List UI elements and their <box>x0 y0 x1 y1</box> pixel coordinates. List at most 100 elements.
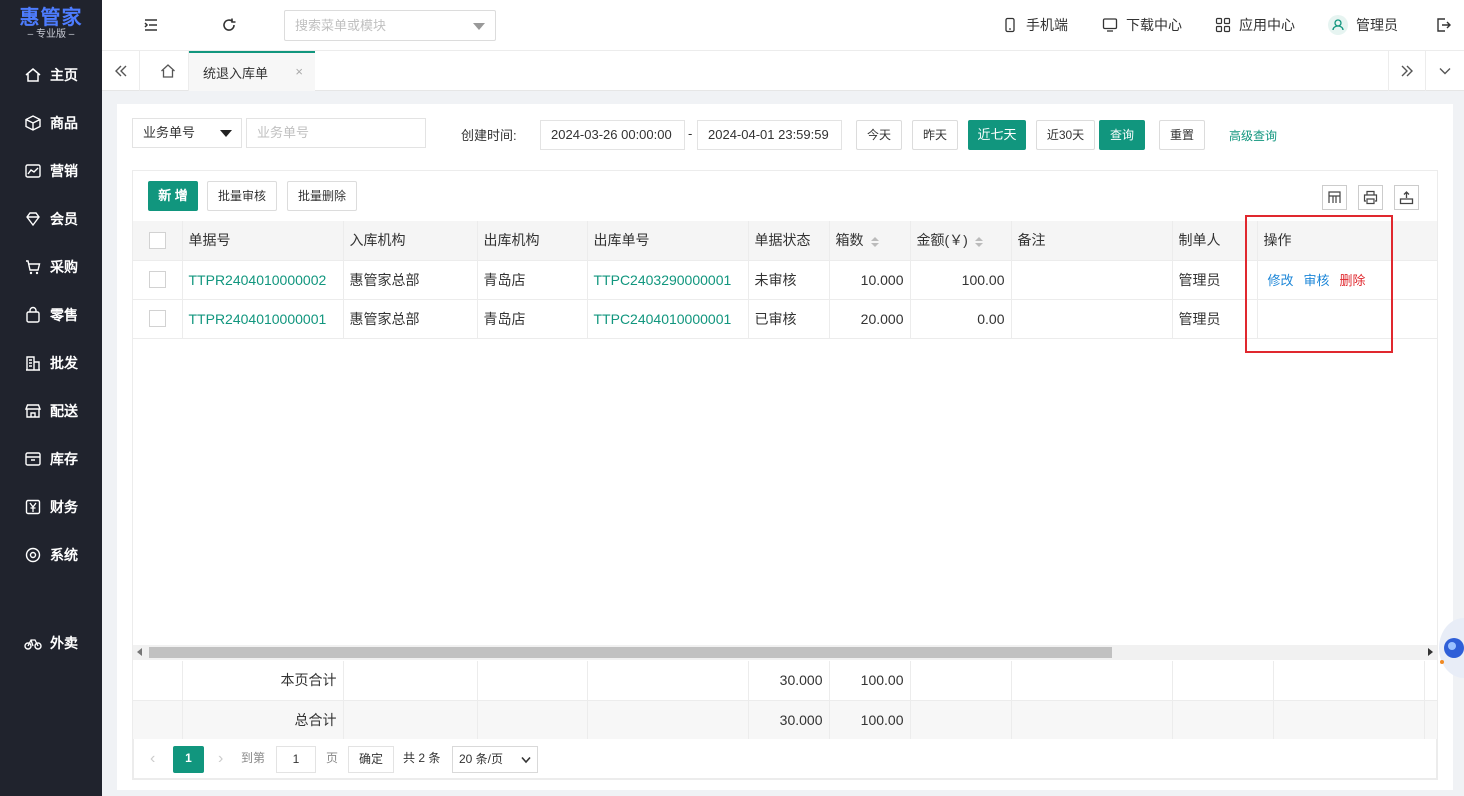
phone-icon <box>1005 17 1015 33</box>
sidebar-item-system[interactable]: 系统 <box>0 540 102 570</box>
refresh-button[interactable] <box>218 14 240 36</box>
tabs-scroll-left-button[interactable] <box>102 51 140 91</box>
grand-total-boxes: 30.000 <box>748 700 830 740</box>
tabs-scroll-right-button[interactable] <box>1388 51 1426 91</box>
column-header: 单据号 <box>182 221 344 261</box>
column-header: 入库机构 <box>343 221 478 261</box>
remark-cell <box>1011 260 1173 300</box>
download-center-link[interactable]: 下载中心 <box>1102 15 1182 35</box>
audit-link[interactable]: 审核 <box>1304 273 1330 288</box>
add-button[interactable]: 新 增 <box>148 181 198 211</box>
sidebar-item-goods[interactable]: 商品 <box>0 108 102 138</box>
page-size-select[interactable]: 20 条/页 <box>452 746 538 773</box>
sidebar-item-takeout[interactable]: 外卖 <box>0 628 102 658</box>
tabs-menu-button[interactable] <box>1426 51 1464 91</box>
doc-no-link[interactable]: TTPR2404010000001 <box>182 299 344 339</box>
sidebar-item-retail[interactable]: 零售 <box>0 300 102 330</box>
sidebar-item-label: 财务 <box>50 499 78 515</box>
row-select-cell[interactable] <box>133 299 183 339</box>
edit-link[interactable]: 修改 <box>1268 273 1294 288</box>
row-select-cell[interactable] <box>133 260 183 300</box>
menu-collapse-button[interactable] <box>140 14 162 36</box>
goto-label: 到第 <box>241 751 266 765</box>
column-header-amount[interactable]: 金额(￥) <box>910 221 1012 261</box>
sidebar-item-purchase[interactable]: 采购 <box>0 252 102 282</box>
sidebar-item-delivery[interactable]: 配送 <box>0 396 102 426</box>
next-page-icon[interactable]: › <box>218 746 223 773</box>
scroll-right-arrow-icon[interactable] <box>1428 648 1433 656</box>
sidebar-item-wholesale[interactable]: 批发 <box>0 348 102 378</box>
print-icon <box>1363 190 1378 205</box>
sidebar-item-marketing[interactable]: 营销 <box>0 156 102 186</box>
print-button[interactable] <box>1358 185 1383 210</box>
app-center-link[interactable]: 应用中心 <box>1215 15 1295 35</box>
export-button[interactable] <box>1394 185 1419 210</box>
mobile-link[interactable]: 手机端 <box>1002 15 1068 35</box>
sidebar-item-inventory[interactable]: 库存 <box>0 444 102 474</box>
chevron-down-icon <box>473 23 485 30</box>
top-bar: 搜索菜单或模块 手机端 下载中心 应用中心 管理员 <box>102 0 1464 51</box>
scrollbar-thumb[interactable] <box>149 647 1112 658</box>
sidebar-item-member[interactable]: 会员 <box>0 204 102 234</box>
logo-subtitle: – 专业版 – <box>27 29 75 40</box>
tab-home[interactable] <box>147 51 189 91</box>
row-checkbox[interactable] <box>148 310 166 328</box>
user-menu[interactable]: 管理员 <box>1328 15 1398 35</box>
horizontal-scrollbar[interactable] <box>133 645 1437 660</box>
column-header-boxes[interactable]: 箱数 <box>829 221 911 261</box>
scroll-left-arrow-icon[interactable] <box>137 648 142 656</box>
tab-return-inbound[interactable]: 统退入库单 × <box>189 51 315 91</box>
goto-confirm-button[interactable]: 确定 <box>348 746 394 773</box>
last-30-days-button[interactable]: 近30天 <box>1036 120 1095 150</box>
batch-audit-button[interactable]: 批量审核 <box>207 181 277 211</box>
row-checkbox[interactable] <box>148 271 166 289</box>
logout-button[interactable] <box>1432 14 1454 36</box>
sidebar-item-label: 配送 <box>50 403 78 419</box>
order-no-input[interactable]: 业务单号 <box>246 118 426 148</box>
goto-page-input[interactable]: 1 <box>276 746 316 773</box>
page-total-boxes: 30.000 <box>748 661 830 701</box>
assistant-float-widget[interactable] <box>1437 610 1464 680</box>
pagination: ‹ 1 › 到第 1 页 确定 共 2 条 20 条/页 <box>133 739 1437 779</box>
bike-icon <box>24 639 42 650</box>
sidebar-item-label: 营销 <box>50 163 78 179</box>
page-number-current[interactable]: 1 <box>173 746 204 773</box>
date-end-input[interactable]: 2024-04-01 23:59:59 <box>697 120 842 150</box>
date-start-input[interactable]: 2024-03-26 00:00:00 <box>540 120 685 150</box>
query-button[interactable]: 查询 <box>1099 120 1145 150</box>
yesterday-button[interactable]: 昨天 <box>912 120 958 150</box>
sort-icon[interactable] <box>870 236 880 248</box>
column-settings-button[interactable] <box>1322 185 1347 210</box>
menu-search-select[interactable]: 搜索菜单或模块 <box>284 10 496 41</box>
date-separator: - <box>688 126 693 141</box>
menu-fold-icon <box>144 19 157 31</box>
store-icon <box>24 404 42 418</box>
header-select-all[interactable] <box>133 221 183 261</box>
last-7-days-button[interactable]: 近七天 <box>968 120 1026 150</box>
close-icon[interactable]: × <box>295 64 303 79</box>
page-total-row: 本页合计 30.000 100.00 <box>133 661 1438 701</box>
search-type-select[interactable]: 业务单号 <box>132 118 242 148</box>
doc-no-link[interactable]: TTPR2404010000002 <box>182 260 344 300</box>
prev-page-icon[interactable]: ‹ <box>150 746 155 773</box>
column-header: 制单人 <box>1172 221 1258 261</box>
chevron-down-icon <box>521 756 531 764</box>
chevron-down-icon <box>1439 68 1451 75</box>
refresh-icon <box>223 18 236 31</box>
delete-link[interactable]: 删除 <box>1340 273 1366 288</box>
boxes-cell: 20.000 <box>829 299 911 339</box>
sidebar-item-finance[interactable]: 财务 <box>0 492 102 522</box>
out-no-link[interactable]: TTPC2403290000001 <box>587 260 749 300</box>
batch-delete-button[interactable]: 批量删除 <box>287 181 357 211</box>
advanced-query-link[interactable]: 高级查询 <box>1229 127 1277 144</box>
today-button[interactable]: 今天 <box>856 120 902 150</box>
cart-icon <box>26 260 41 275</box>
reset-button[interactable]: 重置 <box>1159 120 1205 150</box>
sort-icon[interactable] <box>974 236 984 248</box>
out-org-cell: 青岛店 <box>477 299 588 339</box>
sidebar-item-home[interactable]: 主页 <box>0 60 102 90</box>
column-header: 出库机构 <box>477 221 588 261</box>
select-all-checkbox[interactable] <box>148 232 166 250</box>
created-time-label: 创建时间: <box>461 128 517 143</box>
out-no-link[interactable]: TTPC2404010000001 <box>587 299 749 339</box>
